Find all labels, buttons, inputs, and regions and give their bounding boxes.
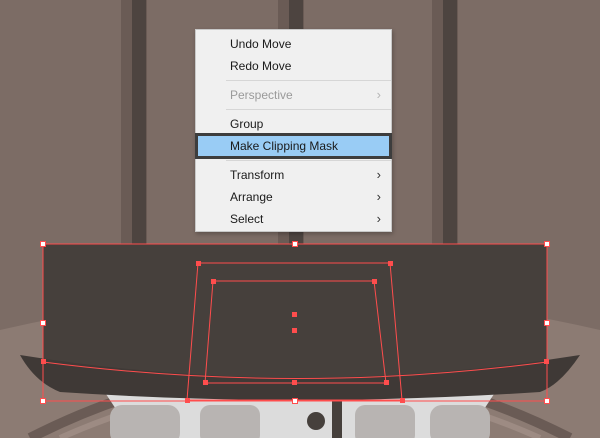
seat-divider — [332, 398, 342, 438]
seat-slot — [200, 405, 260, 438]
menu-item-label: Perspective — [230, 88, 293, 102]
menu-item-label: Transform — [230, 168, 285, 182]
menu-item-redo-move[interactable]: Redo Move — [196, 55, 391, 77]
menu-separator — [226, 109, 391, 110]
seat-slot — [430, 405, 490, 438]
menu-item-label: Make Clipping Mask — [230, 139, 339, 153]
menu-item-label: Select — [230, 212, 264, 226]
menu-item-label: Group — [230, 117, 264, 131]
menu-item-undo-move[interactable]: Undo Move — [196, 33, 391, 55]
menu-item-label: Undo Move — [230, 37, 292, 51]
menu-item-label: Arrange — [230, 190, 273, 204]
seat-knob — [307, 412, 325, 430]
chevron-right-icon: › — [376, 87, 381, 102]
context-menu: Undo Move Redo Move Perspective › Group … — [195, 29, 392, 232]
chevron-right-icon: › — [376, 189, 381, 204]
chevron-right-icon: › — [376, 167, 381, 182]
menu-separator — [226, 80, 391, 81]
seat-slot — [110, 405, 180, 438]
menu-separator — [226, 160, 391, 161]
menu-item-make-clipping-mask[interactable]: Make Clipping Mask — [195, 133, 392, 159]
menu-item-select[interactable]: Select › — [196, 208, 391, 230]
chevron-right-icon: › — [376, 211, 381, 226]
menu-item-arrange[interactable]: Arrange › — [196, 186, 391, 208]
menu-item-label: Redo Move — [230, 59, 292, 73]
menu-item-transform[interactable]: Transform › — [196, 164, 391, 186]
menu-item-group[interactable]: Group — [196, 113, 391, 135]
seat-slot — [355, 405, 415, 438]
menu-item-perspective[interactable]: Perspective › — [196, 84, 391, 106]
